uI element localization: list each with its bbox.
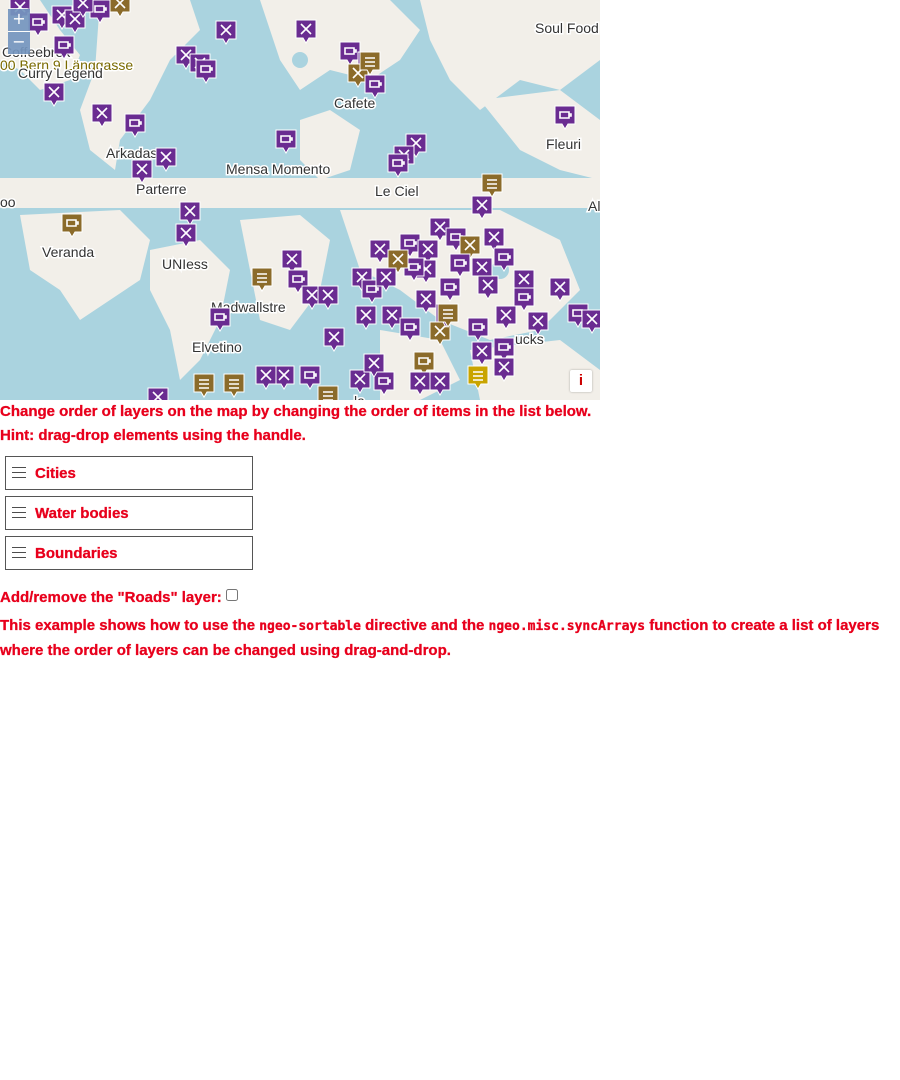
footer-description: This example shows how to use the ngeo-s… bbox=[0, 614, 900, 663]
instructions: Change order of layers on the map by cha… bbox=[0, 400, 900, 448]
zoom-out-button[interactable]: − bbox=[8, 32, 30, 54]
place-label: Fleuri bbox=[546, 136, 581, 152]
footer-text: directive and the bbox=[360, 617, 489, 634]
instructions-line-2: Hint: drag-drop elements using the handl… bbox=[0, 427, 306, 444]
place-label: oo bbox=[0, 194, 16, 210]
layer-label: Cities bbox=[35, 465, 76, 482]
roads-layer-checkbox[interactable] bbox=[225, 589, 238, 601]
code-snippet: ngeo.misc.syncArrays bbox=[488, 619, 646, 634]
layer-list: Cities Water bodies Boundaries bbox=[5, 456, 900, 570]
instructions-line-1: Change order of layers on the map by cha… bbox=[0, 403, 592, 420]
zoom-control: + − bbox=[8, 8, 30, 55]
place-label: Soul Food bbox=[535, 20, 599, 36]
zoom-in-button[interactable]: + bbox=[8, 9, 30, 31]
place-label: Le Ciel bbox=[375, 183, 419, 199]
place-label: Al bbox=[588, 198, 600, 214]
layer-label: Water bodies bbox=[35, 505, 129, 522]
poi-marker[interactable] bbox=[147, 387, 169, 400]
map-viewport[interactable]: Soul Food Coffeebrek 00 Bern 9 Länggasse… bbox=[0, 0, 600, 400]
roads-toggle-row: Add/remove the "Roads" layer: bbox=[0, 586, 900, 610]
poi-marker[interactable] bbox=[317, 385, 339, 400]
place-label: Cafete bbox=[334, 95, 375, 111]
footer-text: This example shows how to use the bbox=[0, 617, 260, 634]
world-basemap: Soul Food Coffeebrek 00 Bern 9 Länggasse… bbox=[0, 0, 600, 400]
place-label: Arkadas bbox=[106, 145, 157, 161]
layer-item-water-bodies[interactable]: Water bodies bbox=[5, 496, 253, 530]
drag-handle-icon[interactable] bbox=[12, 547, 26, 562]
place-label: UNIess bbox=[162, 256, 208, 272]
code-snippet: ngeo-sortable bbox=[259, 619, 361, 634]
drag-handle-icon[interactable] bbox=[12, 507, 26, 522]
roads-toggle-label: Add/remove the "Roads" layer: bbox=[0, 589, 222, 606]
place-label: Curry Legend bbox=[18, 65, 103, 81]
place-label: Elvetino bbox=[192, 339, 242, 355]
layer-item-boundaries[interactable]: Boundaries bbox=[5, 536, 253, 570]
place-label: Parterre bbox=[136, 181, 187, 197]
drag-handle-icon[interactable] bbox=[12, 467, 26, 482]
place-label: Veranda bbox=[42, 244, 94, 260]
place-label: la bbox=[354, 393, 365, 400]
attribution-info-button[interactable]: i bbox=[570, 370, 592, 392]
place-label: Mensa Momento bbox=[226, 161, 330, 177]
layer-item-cities[interactable]: Cities bbox=[5, 456, 253, 490]
layer-label: Boundaries bbox=[35, 545, 118, 562]
